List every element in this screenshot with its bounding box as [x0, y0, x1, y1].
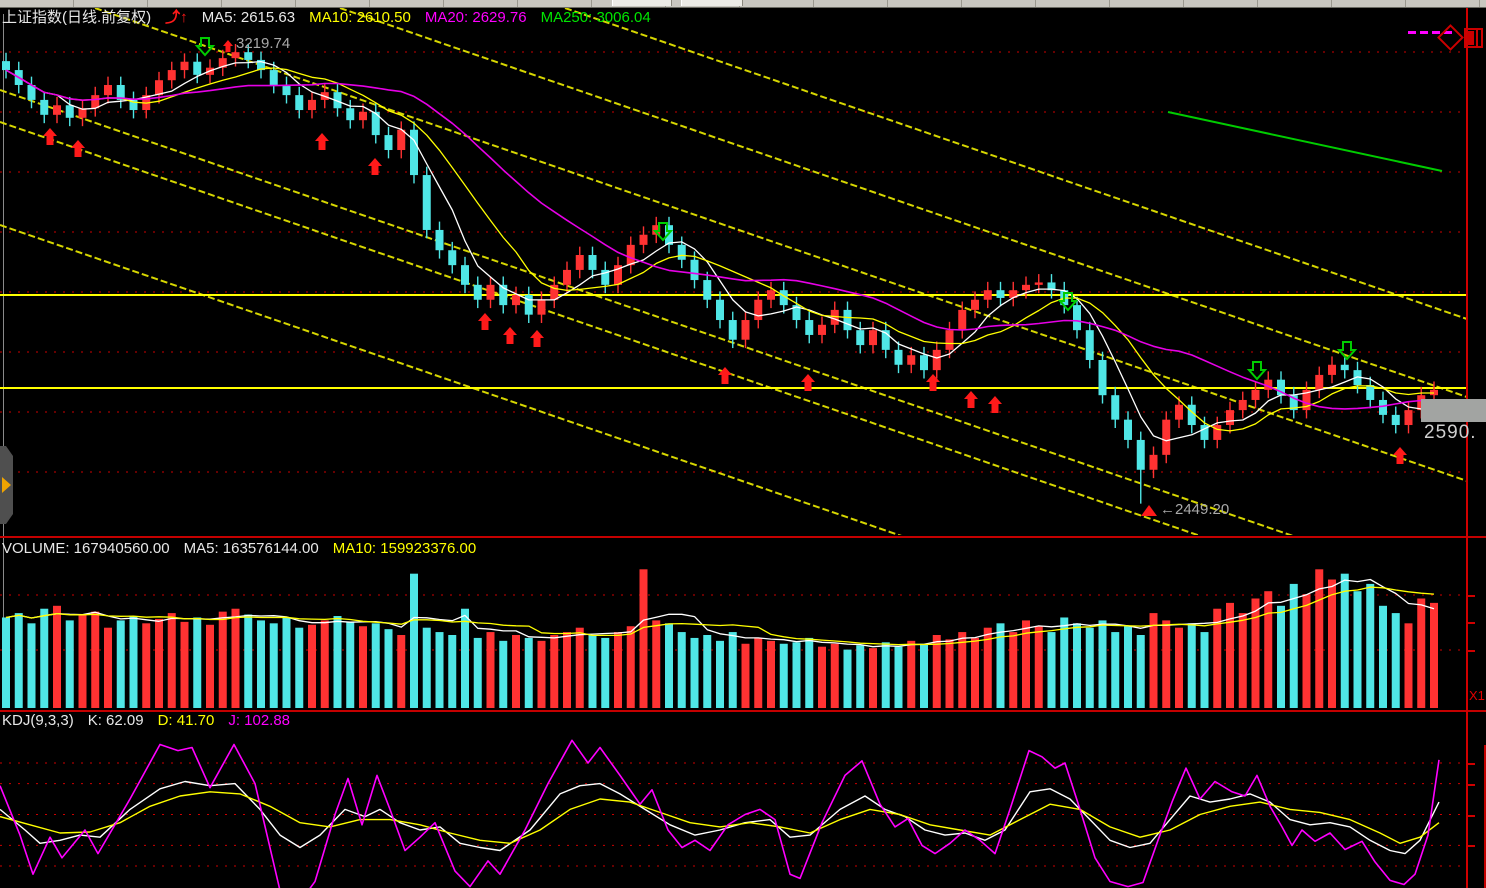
ma20-value: MA20: 2629.76	[424, 9, 527, 26]
axis-tick	[1468, 650, 1475, 652]
volume-header: VOLUME: 167940560.00 MA5: 163576144.00 M…	[2, 540, 476, 558]
kdj-d-value: D: 41.70	[157, 712, 215, 729]
peak-price-label: 3219.74	[236, 35, 291, 52]
window-pane-divider	[1476, 30, 1478, 46]
ma250-value: MA250: 3006.04	[540, 9, 651, 26]
axis-tick	[1468, 622, 1475, 624]
volume-ma5-value: MA5: 163576144.00	[183, 540, 319, 557]
volume-scale-label: X1	[1469, 688, 1485, 703]
ma5-value: MA5: 2615.63	[201, 9, 296, 26]
symbol-title: 上证指数(日线.前复权)	[2, 9, 152, 26]
drawing-dash-icon	[1408, 31, 1416, 34]
ma10-value: MA10: 2610.50	[309, 9, 411, 26]
pane-separator	[0, 536, 1486, 538]
axis-tick	[1468, 784, 1475, 786]
last-price-tag	[1421, 399, 1486, 422]
expand-arrow-icon	[2, 477, 11, 493]
trough-marker-icon	[1141, 505, 1157, 516]
drawing-dash-icon	[1420, 31, 1428, 34]
last-price-label: 2590.	[1424, 422, 1477, 443]
drawing-dash-icon	[1432, 31, 1440, 34]
split-window-icon[interactable]	[1464, 28, 1483, 48]
trough-price-label: ←2449.20	[1160, 501, 1230, 518]
kdj-header: KDJ(9,3,3) K: 62.09 D: 41.70 J: 102.88	[2, 712, 290, 730]
kdj-k-value: K: 62.09	[87, 712, 144, 729]
sidebar-expand-handle[interactable]	[0, 446, 13, 524]
kdj-label: KDJ(9,3,3)	[2, 712, 74, 729]
chart-canvas[interactable]	[0, 0, 1486, 888]
axis-tick	[1468, 815, 1475, 817]
main-chart-header: 上证指数(日线.前复权) ⤴︎↑ MA5: 2615.63 MA10: 2610…	[2, 9, 651, 27]
axis-tick	[1468, 845, 1475, 847]
axis-tick	[1468, 763, 1475, 765]
volume-ma10-value: MA10: 159923376.00	[332, 540, 477, 557]
trading-app-window: 上证指数(日线.前复权) ⤴︎↑ MA5: 2615.63 MA10: 2610…	[0, 0, 1486, 888]
up-arrow-icon: ⤴︎↑	[165, 9, 188, 26]
volume-value: VOLUME: 167940560.00	[2, 540, 170, 557]
window-pane-fill	[1467, 31, 1474, 45]
kdj-j-value: J: 102.88	[228, 712, 291, 729]
right-axis-line	[1466, 8, 1468, 888]
axis-tick	[1468, 595, 1475, 597]
